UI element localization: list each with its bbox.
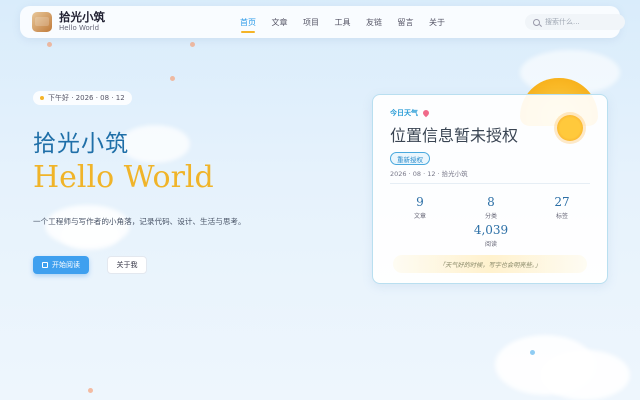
start-reading-label: 开始阅读 xyxy=(52,262,80,269)
hero-description: 一个工程师与写作者的小角落，记录代码、设计、生活与思考。 xyxy=(33,217,246,226)
nav-item-about[interactable]: 关于 xyxy=(429,17,445,28)
nav-item-home[interactable]: 首页 xyxy=(240,17,256,33)
stat-number: 9 xyxy=(416,195,424,209)
nav-item-guestbook[interactable]: 留言 xyxy=(398,17,414,28)
reauthorize-button[interactable]: 重新授权 xyxy=(390,152,430,165)
top-navbar: 拾光小筑 Hello World 首页 文章 项目 工具 友链 留言 关于 xyxy=(20,6,625,38)
stat-categories[interactable]: 8 分类 xyxy=(461,195,521,220)
hero-title: 拾光小筑 xyxy=(33,131,129,157)
brand[interactable]: 拾光小筑 Hello World xyxy=(59,9,105,33)
main-nav: 首页 文章 项目 工具 友链 留言 关于 xyxy=(240,6,461,38)
nav-item-tools[interactable]: 工具 xyxy=(335,17,351,28)
sun-icon xyxy=(557,115,583,141)
weather-tag-label: 今日天气 xyxy=(390,109,418,117)
nav-item-articles[interactable]: 文章 xyxy=(272,17,288,28)
stat-label: 标签 xyxy=(555,213,568,220)
book-icon xyxy=(42,262,48,268)
weather-tag: 今日天气 xyxy=(390,108,431,118)
card-divider xyxy=(390,183,590,184)
cloud-decoration xyxy=(120,125,190,163)
petal-decoration xyxy=(530,350,535,355)
start-reading-button[interactable]: 开始阅读 xyxy=(33,256,89,274)
stat-number: 8 xyxy=(487,195,495,209)
stat-articles[interactable]: 9 文章 xyxy=(390,195,450,220)
stat-label: 阅读 xyxy=(484,241,497,248)
stat-label: 分类 xyxy=(484,213,497,220)
weather-card: 今日天气 位置信息暂未授权 重新授权 2026 · 08 · 12 · 拾光小筑… xyxy=(372,94,608,284)
stat-label: 文章 xyxy=(413,213,426,220)
search-icon xyxy=(533,18,540,26)
petal-decoration xyxy=(190,42,195,47)
stat-number: 27 xyxy=(554,195,570,209)
greeting-date-pill: 下午好 · 2026 · 08 · 12 xyxy=(33,91,132,105)
stat-reads: 4,039 阅读 xyxy=(461,223,521,248)
search-box[interactable] xyxy=(525,14,625,30)
site-logo[interactable] xyxy=(32,12,52,32)
weather-quote: 「天气好的时候，写字也会明亮些。」 xyxy=(393,255,587,273)
petal-decoration xyxy=(88,388,93,393)
hero-subtitle: Hello World xyxy=(33,160,214,195)
stat-tags[interactable]: 27 标签 xyxy=(532,195,592,220)
cloud-decoration xyxy=(540,350,630,400)
weather-title: 位置信息暂未授权 xyxy=(390,126,519,145)
location-pin-icon xyxy=(421,108,431,118)
status-dot-icon xyxy=(40,96,44,100)
nav-item-projects[interactable]: 项目 xyxy=(303,17,319,28)
stat-number: 4,039 xyxy=(473,223,509,237)
brand-title: 拾光小筑 xyxy=(59,9,105,24)
about-me-button[interactable]: 关于我 xyxy=(107,256,147,274)
search-input[interactable] xyxy=(545,18,620,26)
nav-item-links[interactable]: 友链 xyxy=(366,17,382,28)
petal-decoration xyxy=(170,76,175,81)
petal-decoration xyxy=(47,42,52,47)
greeting-date-text: 下午好 · 2026 · 08 · 12 xyxy=(48,94,125,102)
weather-meta: 2026 · 08 · 12 · 拾光小筑 xyxy=(390,170,468,178)
brand-subtitle: Hello World xyxy=(59,24,100,33)
